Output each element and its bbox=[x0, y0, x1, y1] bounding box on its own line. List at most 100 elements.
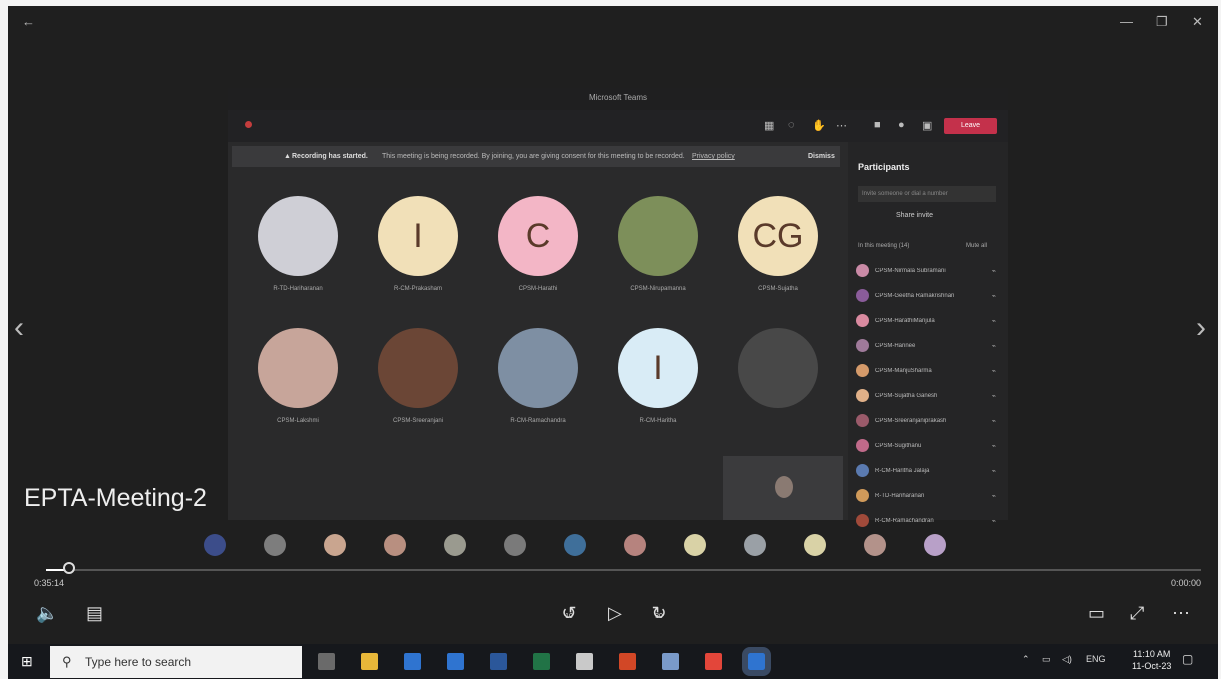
clock-time: 11:10 AM bbox=[1133, 649, 1171, 659]
share-invite-button[interactable]: Share invite bbox=[896, 212, 933, 219]
mic-icon[interactable]: ● bbox=[898, 119, 905, 131]
seek-bar[interactable] bbox=[46, 562, 1201, 574]
dismiss-button[interactable]: Dismiss bbox=[808, 146, 835, 167]
volume-icon[interactable]: 🔈 bbox=[36, 603, 58, 624]
task-view-icon[interactable] bbox=[318, 653, 335, 670]
participant-tile[interactable]: CPSM-Sreeranjani bbox=[374, 328, 462, 424]
more-icon[interactable]: ⋯ bbox=[836, 119, 847, 132]
back-arrow-icon[interactable]: ← bbox=[22, 14, 35, 29]
reactions-icon[interactable]: ✋ bbox=[812, 119, 826, 132]
participant-tile[interactable]: I R-CM-Haritha bbox=[614, 328, 702, 424]
clock[interactable]: 11:10 AM 11-Oct-23 bbox=[1132, 648, 1171, 672]
total-time: 0:00:00 bbox=[1171, 578, 1202, 588]
participant-tile[interactable]: R-CM-Ramachandra bbox=[494, 328, 582, 424]
participant-list-item[interactable]: CPSM-Sugithanu ⌁ bbox=[856, 433, 1002, 458]
participant-list-item[interactable]: CPSM-Harinee ⌁ bbox=[856, 333, 1002, 358]
privacy-policy-link[interactable]: Privacy policy bbox=[692, 146, 735, 167]
participant-tile[interactable]: R-TD-Hariharanan bbox=[254, 196, 342, 292]
filmstrip-avatar bbox=[684, 534, 706, 556]
grid-icon[interactable]: ▦ bbox=[764, 119, 774, 132]
participant-list-item[interactable]: R-TD-Hariharanan ⌁ bbox=[856, 483, 1002, 508]
chat-icon[interactable]: ◌ bbox=[788, 119, 795, 131]
notifications-icon[interactable]: ▢ bbox=[1182, 652, 1193, 666]
mail-icon[interactable] bbox=[447, 653, 464, 670]
previous-arrow-icon[interactable]: ‹ bbox=[14, 311, 24, 345]
skip-forward-button[interactable]: ↻ 30 bbox=[648, 603, 670, 624]
participant-avatar bbox=[856, 464, 869, 477]
participant-name: CPSM-Nirmala Subramani bbox=[875, 267, 946, 274]
seek-handle[interactable] bbox=[63, 562, 76, 574]
participant-avatar: CG bbox=[738, 196, 818, 276]
leave-button[interactable]: Leave bbox=[944, 118, 997, 134]
filmstrip-avatar bbox=[804, 534, 826, 556]
movies-icon[interactable] bbox=[742, 647, 771, 676]
in-meeting-header: In this meeting (14) bbox=[858, 243, 910, 249]
minimize-icon[interactable]: — bbox=[1120, 14, 1133, 29]
participant-tile-name: CPSM-Harathi bbox=[518, 286, 558, 292]
participant-avatar bbox=[618, 196, 698, 276]
participant-list-item[interactable]: CPSM-ManjuSharma ⌁ bbox=[856, 358, 1002, 383]
participant-list-item[interactable]: CPSM-Sreeranjaniprakash ⌁ bbox=[856, 408, 1002, 433]
participant-tile-name: CPSM-Nirupamanna bbox=[630, 286, 686, 292]
filmstrip-avatar bbox=[864, 534, 886, 556]
participant-tile[interactable] bbox=[734, 328, 822, 418]
ink-icon[interactable] bbox=[576, 653, 593, 670]
filmstrip-avatar bbox=[384, 534, 406, 556]
camera-icon[interactable]: ■ bbox=[874, 119, 881, 131]
participant-avatar bbox=[856, 389, 869, 402]
participant-tile[interactable]: C CPSM-Harathi bbox=[494, 196, 582, 292]
play-icon[interactable]: ▷ bbox=[608, 603, 622, 624]
participant-avatar: I bbox=[378, 196, 458, 276]
captions-icon[interactable]: ▤ bbox=[86, 603, 103, 624]
participant-avatar bbox=[738, 328, 818, 408]
speaker-icon[interactable]: ◁) bbox=[1062, 654, 1072, 665]
participant-tile[interactable]: I R-CM-Prakasham bbox=[374, 196, 462, 292]
participant-tile[interactable]: CG CPSM-Sujatha bbox=[734, 196, 822, 292]
teams-window-title: Microsoft Teams bbox=[588, 93, 648, 102]
participant-list-item[interactable]: CPSM-Nirmala Subramani ⌁ bbox=[856, 258, 1002, 283]
participant-tile-name: R-TD-Hariharanan bbox=[273, 286, 323, 292]
participant-avatar bbox=[856, 364, 869, 377]
participant-list-item[interactable]: R-CM-Haritha Jalaja ⌁ bbox=[856, 458, 1002, 483]
participant-list-item[interactable]: CPSM-HarathiManjula ⌁ bbox=[856, 308, 1002, 333]
participant-list-item[interactable]: CPSM-Sujatha Ganesh ⌁ bbox=[856, 383, 1002, 408]
network-icon[interactable]: ▭ bbox=[1042, 654, 1051, 665]
language-indicator[interactable]: ENG bbox=[1086, 654, 1106, 664]
fullscreen-icon[interactable]: ⤢ bbox=[1130, 603, 1144, 624]
filmstrip-avatar bbox=[444, 534, 466, 556]
mic-muted-icon: ⌁ bbox=[991, 367, 996, 375]
participant-avatar bbox=[856, 514, 869, 527]
skip-back-button[interactable]: ↺ 10 bbox=[558, 603, 580, 624]
word-icon[interactable] bbox=[490, 653, 507, 670]
participant-avatar bbox=[856, 489, 869, 502]
paint-icon[interactable] bbox=[619, 653, 636, 670]
windows-start-icon[interactable]: ⊞ bbox=[21, 653, 33, 670]
taskbar: ⊞ ⚲ Type here to search ⌃ ▭ ◁) ENG 11:10… bbox=[8, 644, 1218, 679]
next-arrow-icon[interactable]: › bbox=[1196, 311, 1206, 345]
taskbar-search-input[interactable]: ⚲ Type here to search bbox=[50, 646, 302, 678]
participant-name: R-CM-Haritha Jalaja bbox=[875, 467, 930, 474]
mute-all-button[interactable]: Mute all bbox=[966, 243, 987, 249]
more-options-icon[interactable]: ⋯ bbox=[1172, 603, 1190, 624]
mic-muted-icon: ⌁ bbox=[991, 317, 996, 325]
restore-icon[interactable]: ❐ bbox=[1156, 14, 1168, 30]
excel-icon[interactable] bbox=[533, 653, 550, 670]
tray-chevron-icon[interactable]: ⌃ bbox=[1022, 654, 1030, 665]
chrome-icon[interactable] bbox=[705, 653, 722, 670]
filmstrip-avatar bbox=[564, 534, 586, 556]
participant-tile[interactable]: CPSM-Nirupamanna bbox=[614, 196, 702, 292]
participant-list-item[interactable]: R-CM-Ramachandran ⌁ bbox=[856, 508, 1002, 533]
share-screen-icon[interactable]: ▣ bbox=[922, 119, 932, 132]
participant-tile-name: R-CM-Prakasham bbox=[393, 286, 442, 292]
participant-tile[interactable]: CPSM-Lakshmi bbox=[254, 328, 342, 424]
participant-tile-name: R-CM-Ramachandra bbox=[510, 418, 566, 424]
mini-view-icon[interactable]: ▭ bbox=[1088, 603, 1105, 624]
participant-name: R-TD-Hariharanan bbox=[875, 492, 925, 499]
participant-list-item[interactable]: CPSM-Geetha Ramakrishnan ⌁ bbox=[856, 283, 1002, 308]
self-view bbox=[723, 456, 843, 520]
file-explorer-icon[interactable] bbox=[361, 653, 378, 670]
store-icon[interactable] bbox=[404, 653, 421, 670]
participant-search-input[interactable]: Invite someone or dial a number bbox=[858, 186, 996, 202]
close-icon[interactable]: ✕ bbox=[1192, 14, 1203, 30]
photos-icon[interactable] bbox=[662, 653, 679, 670]
